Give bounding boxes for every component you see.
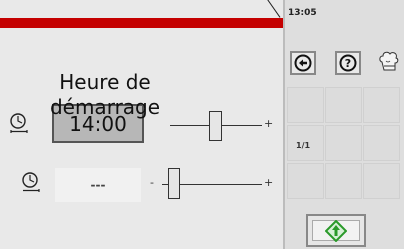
clock-time: 13:05 bbox=[288, 8, 317, 18]
back-icon bbox=[294, 54, 312, 72]
timer-icon bbox=[22, 172, 40, 192]
help-icon: ? bbox=[339, 54, 357, 72]
grid-cell[interactable] bbox=[363, 87, 400, 123]
header-bar bbox=[0, 18, 283, 28]
svg-text:?: ? bbox=[345, 57, 351, 70]
chef-icon bbox=[379, 51, 399, 71]
slider-plus[interactable]: + bbox=[264, 117, 273, 130]
back-button[interactable] bbox=[290, 51, 316, 75]
grid-cell[interactable] bbox=[287, 163, 324, 199]
start-time-label: Heure de démarrage bbox=[49, 70, 161, 119]
grid-cell[interactable] bbox=[287, 87, 324, 123]
page-indicator: 1/1 bbox=[296, 141, 311, 150]
slider-plus[interactable]: + bbox=[264, 176, 273, 189]
start-icon bbox=[325, 219, 347, 242]
start-button[interactable] bbox=[306, 214, 366, 247]
second-time-field[interactable]: --- bbox=[55, 168, 141, 202]
second-slider-thumb[interactable] bbox=[168, 168, 180, 199]
grid-cell[interactable] bbox=[325, 163, 362, 199]
grid-cell[interactable] bbox=[363, 163, 400, 199]
clock-icon bbox=[10, 113, 28, 133]
start-time-slider-thumb[interactable] bbox=[209, 111, 222, 141]
grid-cell[interactable] bbox=[325, 87, 362, 123]
start-button-face bbox=[312, 219, 360, 242]
help-button[interactable]: ? bbox=[335, 51, 361, 75]
grid-cell[interactable] bbox=[325, 125, 362, 161]
slider-minus[interactable]: - bbox=[150, 176, 154, 189]
grid-cell[interactable] bbox=[363, 125, 400, 161]
chef-button[interactable] bbox=[378, 50, 400, 76]
